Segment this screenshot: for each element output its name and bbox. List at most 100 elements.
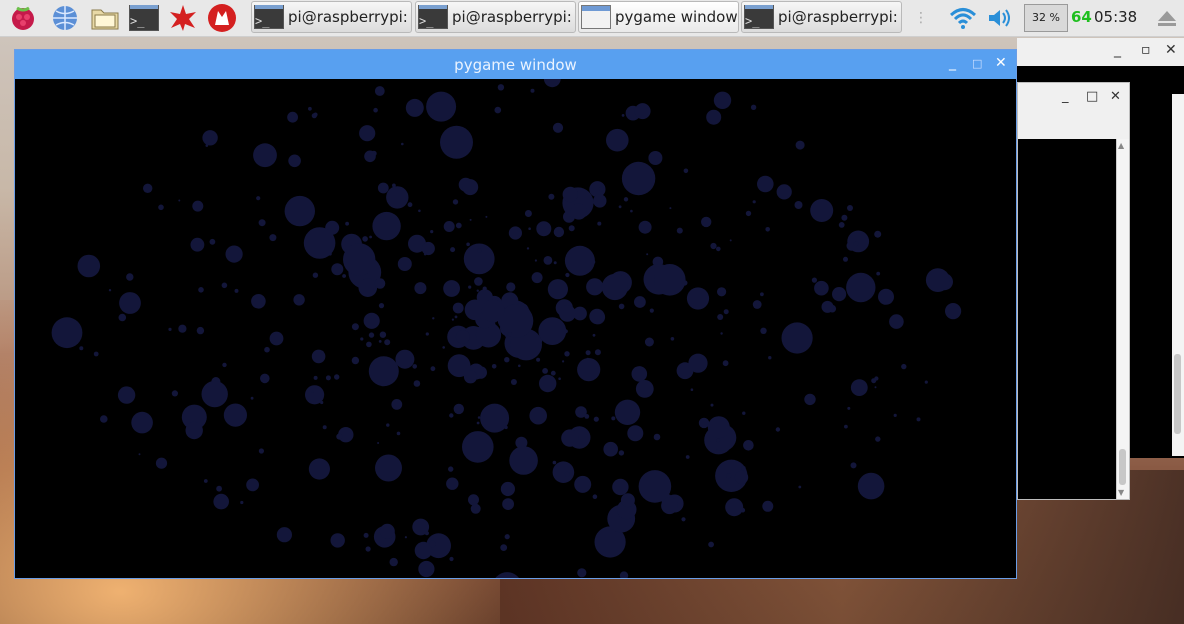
particle bbox=[500, 544, 508, 551]
minimize-icon[interactable]: _ bbox=[1062, 89, 1069, 104]
particle bbox=[432, 317, 435, 320]
particle bbox=[223, 403, 247, 427]
raspberry-menu-icon[interactable] bbox=[8, 3, 38, 33]
particle bbox=[889, 314, 904, 329]
particle bbox=[760, 292, 764, 297]
terminal-area[interactable] bbox=[1018, 139, 1117, 499]
particle bbox=[320, 400, 324, 405]
particle bbox=[669, 207, 672, 210]
particle bbox=[504, 534, 510, 540]
particle bbox=[216, 485, 223, 492]
scrollbar[interactable]: ▲ ▼ bbox=[1116, 139, 1129, 499]
task-button-terminal-3[interactable]: >_ pi@raspberrypi: ~ bbox=[741, 1, 902, 33]
close-icon[interactable]: ✕ bbox=[1165, 42, 1177, 58]
wolfram-icon[interactable] bbox=[207, 3, 237, 33]
task-button-terminal-2[interactable]: >_ pi@raspberrypi: ... bbox=[415, 1, 576, 33]
particle bbox=[838, 222, 845, 228]
file-manager-icon[interactable] bbox=[90, 3, 120, 33]
particle bbox=[509, 446, 538, 475]
particle bbox=[477, 248, 482, 253]
particle bbox=[795, 140, 805, 150]
particle bbox=[558, 377, 561, 381]
particle bbox=[171, 390, 178, 397]
particle bbox=[401, 142, 404, 146]
particle bbox=[476, 289, 479, 292]
particle bbox=[368, 332, 375, 338]
scroll-down-icon[interactable]: ▼ bbox=[1118, 488, 1124, 497]
particle bbox=[260, 373, 270, 384]
minimize-icon[interactable]: _ bbox=[949, 55, 956, 71]
particle bbox=[504, 357, 510, 363]
particle bbox=[131, 411, 153, 434]
maximize-icon[interactable]: ▫ bbox=[1141, 42, 1151, 58]
particle bbox=[526, 247, 530, 250]
pygame-window[interactable]: pygame window _ □ ✕ bbox=[14, 49, 1017, 579]
particle bbox=[765, 227, 770, 232]
scrollbar-thumb[interactable] bbox=[1119, 449, 1126, 485]
particle bbox=[564, 351, 570, 357]
wifi-icon[interactable] bbox=[948, 3, 978, 33]
particle bbox=[562, 360, 565, 363]
particle bbox=[251, 294, 266, 309]
particle bbox=[561, 429, 579, 447]
particle bbox=[564, 471, 570, 477]
particle bbox=[474, 277, 483, 286]
mathematica-icon[interactable] bbox=[168, 3, 198, 33]
background-terminal-window-2[interactable]: _ □ ✕ ▲ ▼ bbox=[1017, 82, 1130, 500]
particle bbox=[430, 366, 436, 372]
particle bbox=[209, 238, 216, 245]
particle bbox=[547, 279, 569, 300]
particle bbox=[716, 246, 721, 252]
particle bbox=[334, 374, 340, 380]
clock[interactable]: 05:38 bbox=[1094, 8, 1137, 26]
particle bbox=[543, 256, 553, 265]
close-icon[interactable]: ✕ bbox=[1110, 89, 1121, 104]
particle bbox=[619, 571, 629, 578]
particle bbox=[378, 340, 382, 343]
web-browser-icon[interactable] bbox=[50, 3, 80, 33]
eject-icon[interactable] bbox=[1152, 3, 1182, 33]
particle bbox=[311, 390, 314, 393]
task-button-terminal-1[interactable]: >_ pi@raspberrypi: ... bbox=[251, 1, 412, 33]
particle bbox=[586, 278, 604, 296]
maximize-icon[interactable]: □ bbox=[972, 57, 982, 70]
particle bbox=[118, 313, 127, 322]
volume-icon[interactable] bbox=[985, 3, 1015, 33]
particle bbox=[618, 303, 625, 310]
particle bbox=[491, 364, 497, 369]
minimize-icon[interactable]: _ bbox=[1114, 42, 1121, 58]
particle bbox=[178, 324, 187, 333]
particle bbox=[623, 197, 629, 202]
particle bbox=[253, 143, 277, 168]
scrollbar[interactable] bbox=[1172, 94, 1184, 456]
particle bbox=[592, 494, 598, 500]
particle bbox=[202, 130, 218, 146]
particle bbox=[901, 363, 907, 370]
particle bbox=[686, 287, 710, 310]
particle bbox=[542, 368, 548, 374]
particle bbox=[752, 200, 756, 204]
cpu-usage-monitor[interactable]: 32 % bbox=[1024, 4, 1068, 32]
scroll-up-icon[interactable]: ▲ bbox=[1118, 141, 1124, 150]
window-titlebar[interactable]: _ ▫ ✕ bbox=[1017, 38, 1184, 66]
particle bbox=[688, 353, 708, 373]
particle bbox=[847, 230, 870, 253]
particle bbox=[308, 106, 312, 111]
particle bbox=[375, 454, 402, 482]
particle bbox=[752, 300, 762, 309]
close-icon[interactable]: ✕ bbox=[995, 55, 1007, 71]
window-titlebar[interactable]: pygame window _ □ ✕ bbox=[15, 50, 1016, 79]
particle bbox=[506, 282, 516, 292]
particle bbox=[373, 107, 378, 113]
maximize-icon[interactable]: □ bbox=[1086, 89, 1098, 104]
particle bbox=[722, 360, 729, 367]
task-button-pygame[interactable]: pygame window bbox=[578, 1, 739, 33]
particle bbox=[529, 406, 547, 425]
particle bbox=[196, 326, 205, 335]
pygame-canvas[interactable] bbox=[15, 79, 1016, 578]
taskbar: >_ >_ pi@raspberrypi: ... >_ pi@raspberr… bbox=[0, 0, 1184, 37]
particle bbox=[612, 478, 629, 496]
terminal-icon[interactable]: >_ bbox=[129, 3, 159, 33]
scrollbar-thumb[interactable] bbox=[1174, 354, 1181, 434]
particle bbox=[810, 199, 834, 222]
